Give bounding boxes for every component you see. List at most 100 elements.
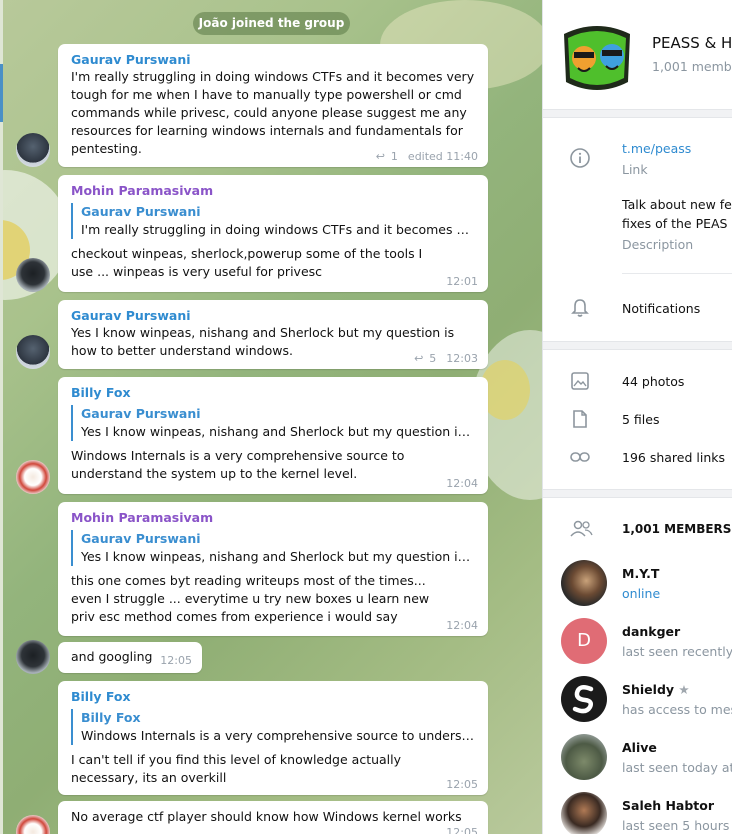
message-bubble[interactable]: Mohin Paramasivam Gaurav Purswani I'm re…: [58, 175, 488, 292]
reply-quote[interactable]: Gaurav Purswani Yes I know winpeas, nish…: [71, 405, 476, 441]
message-time: 12:04: [446, 619, 478, 632]
link-label: Link: [622, 162, 648, 177]
message-author[interactable]: Mohin Paramasivam: [71, 509, 476, 526]
member-name: Saleh Habtor: [622, 798, 715, 813]
message-text: checkout winpeas, sherlock,powerup some …: [71, 246, 423, 279]
left-strip-accent: [0, 64, 3, 122]
message-author[interactable]: Mohin Paramasivam: [71, 182, 476, 199]
message-bubble[interactable]: Mohin Paramasivam Gaurav Purswani Yes I …: [58, 502, 488, 636]
message-bubble[interactable]: Billy Fox Gaurav Purswani Yes I know win…: [58, 377, 488, 494]
message-author[interactable]: Billy Fox: [71, 688, 476, 705]
member-item[interactable]: M.Y.T online: [561, 560, 732, 606]
reply-author: Gaurav Purswani: [81, 531, 201, 546]
member-item[interactable]: Saleh Habtor last seen 5 hours a: [561, 792, 732, 834]
notifications-toggle[interactable]: Notifications: [622, 299, 700, 318]
reply-author: Billy Fox: [81, 710, 141, 725]
service-message: João joined the group: [193, 12, 350, 35]
shared-links[interactable]: 196 shared links: [622, 448, 725, 467]
reply-arrow-icon[interactable]: ↩: [376, 150, 385, 163]
member-status: last seen today at 1: [622, 760, 732, 775]
chat-area: João joined the group Gaurav Purswani I'…: [0, 0, 542, 834]
message-meta: 12:05: [446, 826, 478, 834]
member-item[interactable]: Shieldy ★ has access to mess: [561, 676, 732, 722]
description-line: fixes of the PEAS S: [622, 216, 732, 231]
group-info-panel: PEASS & H 1,001 membe t.me/peass Link Ta…: [542, 0, 732, 834]
description-label: Description: [622, 237, 694, 252]
message-text: No average ctf player should know how Wi…: [71, 809, 462, 824]
message-time: 12:05: [446, 778, 478, 791]
member-avatar[interactable]: D: [561, 618, 607, 664]
avatar[interactable]: [16, 133, 50, 167]
avatar[interactable]: [16, 640, 50, 674]
message-bubble[interactable]: Gaurav Purswani I'm really struggling in…: [58, 44, 488, 167]
message-bubble[interactable]: Gaurav Purswani Yes I know winpeas, nish…: [58, 300, 488, 369]
message-author[interactable]: Gaurav Purswani: [71, 51, 476, 68]
section-separator: [543, 489, 732, 498]
message-meta: 12:01: [446, 275, 478, 288]
info-icon: [570, 148, 590, 168]
group-link[interactable]: t.me/peass: [622, 141, 691, 156]
avatar[interactable]: [16, 460, 50, 494]
member-name: Alive: [622, 740, 657, 755]
members-icon: [570, 520, 593, 537]
member-avatar[interactable]: [561, 560, 607, 606]
member-avatar[interactable]: [561, 792, 607, 834]
message-meta: 12:04: [446, 619, 478, 632]
member-name: Shieldy ★: [622, 682, 690, 697]
left-strip: [0, 0, 3, 834]
member-name: dankger: [622, 624, 681, 639]
link-icon: [570, 452, 590, 462]
reply-author: Gaurav Purswani: [81, 406, 201, 421]
reply-arrow-icon[interactable]: ↩: [414, 352, 423, 365]
shield-s-icon: [572, 684, 594, 714]
reply-author: Gaurav Purswani: [81, 204, 201, 219]
file-icon: [573, 410, 587, 428]
reply-text: Yes I know winpeas, nishang and Sherlock…: [81, 549, 476, 564]
message-bubble[interactable]: and googling 12:05: [58, 642, 202, 673]
member-avatar[interactable]: [561, 734, 607, 780]
group-logo[interactable]: [560, 20, 634, 96]
reply-count[interactable]: 1: [391, 150, 398, 163]
reply-quote[interactable]: Billy Fox Windows Internals is a very co…: [71, 709, 476, 745]
avatar[interactable]: [16, 258, 50, 292]
members-header: 1,001 MEMBERS: [622, 522, 732, 536]
star-icon: ★: [678, 682, 690, 697]
reply-count[interactable]: 5: [429, 352, 436, 365]
member-item[interactable]: Alive last seen today at 1: [561, 734, 732, 780]
message-meta: ↩ 1 edited 11:40: [376, 150, 478, 163]
reply-text: Yes I know winpeas, nishang and Sherlock…: [81, 424, 476, 439]
member-avatar[interactable]: [561, 676, 607, 722]
bell-icon: [571, 299, 589, 317]
reply-quote[interactable]: Gaurav Purswani I'm really struggling in…: [71, 203, 476, 239]
member-name: M.Y.T: [622, 566, 660, 581]
member-status: last seen 5 hours a: [622, 818, 732, 833]
avatar[interactable]: [16, 815, 50, 834]
message-meta: 12:05: [446, 778, 478, 791]
reply-text: Windows Internals is a very comprehensiv…: [81, 728, 476, 743]
message-time: 12:05: [446, 826, 478, 834]
message-text: this one comes byt reading writeups most…: [71, 573, 430, 624]
section-separator: [543, 341, 732, 350]
shared-files[interactable]: 5 files: [622, 410, 659, 429]
message-time: 12:05: [160, 654, 192, 667]
divider: [622, 273, 732, 274]
member-status: online: [622, 586, 661, 601]
message-text: I'm really struggling in doing windows C…: [71, 69, 475, 156]
message-time: edited 11:40: [407, 150, 478, 163]
message-bubble[interactable]: Billy Fox Billy Fox Windows Internals is…: [58, 681, 488, 795]
message-bubble[interactable]: No average ctf player should know how Wi…: [58, 801, 488, 834]
reply-quote[interactable]: Gaurav Purswani Yes I know winpeas, nish…: [71, 530, 476, 566]
message-author[interactable]: Gaurav Purswani: [71, 307, 476, 324]
section-separator: [543, 109, 732, 118]
reply-text: I'm really struggling in doing windows C…: [81, 222, 476, 237]
message-time: 12:04: [446, 477, 478, 490]
message-author[interactable]: Billy Fox: [71, 384, 476, 401]
member-name-text: Shieldy: [622, 682, 675, 697]
description-line: Talk about new fea: [622, 197, 732, 212]
member-status: has access to mess: [622, 702, 732, 717]
member-status: last seen recently: [622, 644, 732, 659]
group-title[interactable]: PEASS & H: [652, 34, 732, 52]
avatar[interactable]: [16, 335, 50, 369]
shared-photos[interactable]: 44 photos: [622, 372, 684, 391]
member-item[interactable]: D dankger last seen recently: [561, 618, 732, 664]
